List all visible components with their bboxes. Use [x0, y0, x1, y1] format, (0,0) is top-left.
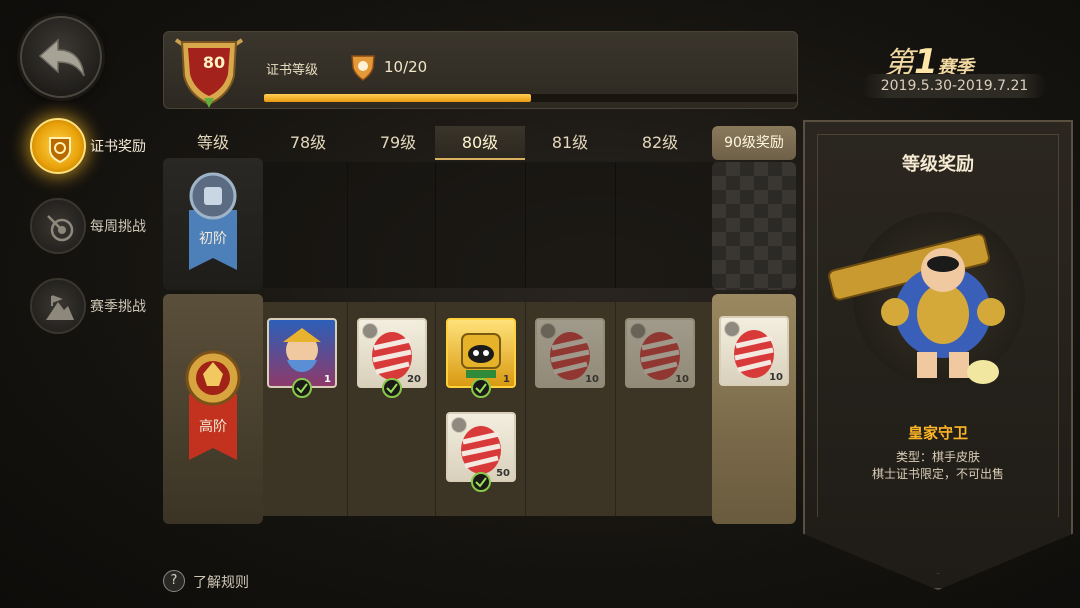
column-header-80[interactable]: 80级: [435, 126, 525, 160]
basic-banner-icon: [189, 172, 237, 270]
cert-level-header: 80 证书等级 10/20: [163, 31, 798, 109]
nav-label-cert-reward: 证书奖励: [90, 139, 146, 155]
advanced-banner-icon: [185, 350, 241, 460]
royal-guard-hero-icon[interactable]: [823, 212, 1053, 402]
target-icon: [30, 198, 86, 254]
item-corner-badge: [362, 323, 378, 339]
level-corner-header: 等级: [196, 133, 229, 152]
nav-label-season-challenge: 赛季挑战: [90, 299, 146, 315]
level-shield-badge: 80: [168, 26, 250, 110]
back-button[interactable]: [20, 16, 102, 98]
back-arrow-icon: [38, 38, 85, 77]
column-header-79[interactable]: 79级: [353, 126, 443, 160]
item-count: 10: [769, 372, 783, 383]
nav-item-cert-reward[interactable]: 证书奖励: [30, 118, 160, 174]
reward-item-egg[interactable]: 10: [719, 316, 789, 386]
mountain-flag-icon: [30, 278, 86, 334]
hero-type: 类型：棋手皮肤: [895, 450, 980, 464]
reward-item-egg[interactable]: 10: [625, 318, 695, 388]
divider: [435, 302, 436, 516]
claimed-check-icon: [292, 378, 312, 398]
cert-progress-text: 10/20: [384, 58, 428, 76]
hero-note: 棋士证书限定，不可出售: [871, 467, 1004, 481]
reward90-basic-slot: [712, 162, 796, 290]
divider: [435, 162, 436, 288]
divider: [615, 162, 616, 288]
claimed-check-icon: [471, 472, 491, 492]
tier-advanced-card: 高阶: [163, 294, 263, 524]
cert-progress-fill: [264, 94, 531, 102]
left-nav: 证书奖励 每周挑战 赛季挑战: [0, 0, 160, 608]
certificate-icon: [30, 118, 86, 174]
nav-item-weekly-challenge[interactable]: 每周挑战: [30, 198, 160, 254]
level-number: 80: [202, 53, 226, 72]
tier-basic-card: 初阶: [163, 158, 263, 290]
claimed-check-icon: [382, 378, 402, 398]
season-info: 第1赛季 2019.5.30-2019.7.21: [862, 38, 1047, 98]
cert-progress-bar: [264, 94, 797, 102]
column-header-81[interactable]: 81级: [525, 126, 615, 160]
column-header-82[interactable]: 82级: [615, 126, 705, 160]
item-count: 10: [675, 374, 689, 385]
item-corner-badge: [451, 417, 467, 433]
reward-table: 等级 78级 79级 80级 81级 82级 90级奖励 初阶 高阶 1 20 …: [163, 122, 798, 527]
tier-advanced-label: 高阶: [199, 419, 227, 435]
tier-basic-label: 初阶: [199, 231, 227, 247]
question-icon: ?: [163, 570, 185, 592]
column-header-78[interactable]: 78级: [263, 126, 353, 160]
divider: [525, 162, 526, 288]
season-dates: 2019.5.30-2019.7.21: [862, 74, 1047, 98]
item-count: 20: [407, 374, 421, 385]
reward-item-egg[interactable]: 10: [535, 318, 605, 388]
panel-title: 等级奖励: [902, 154, 974, 175]
rules-text: 了解规则: [193, 575, 249, 591]
cert-badge-icon: [348, 52, 378, 82]
item-count: 1: [324, 374, 331, 385]
hero-name: 皇家守卫: [907, 424, 968, 442]
nav-item-season-challenge[interactable]: 赛季挑战: [30, 278, 160, 334]
item-corner-badge: [630, 323, 646, 339]
divider: [347, 302, 348, 516]
divider: [615, 302, 616, 516]
item-count: 1: [503, 374, 510, 385]
divider: [525, 302, 526, 516]
level-reward-panel: 等级奖励 皇家守卫 类型：棋手皮肤 棋士证书限定，不可出售: [803, 120, 1073, 590]
reward90-header[interactable]: 90级奖励: [712, 126, 796, 160]
cert-level-label: 证书等级: [266, 63, 319, 78]
divider: [347, 162, 348, 288]
claimed-check-icon: [471, 378, 491, 398]
item-corner-badge: [724, 321, 740, 337]
item-count: 10: [585, 374, 599, 385]
basic-row: [263, 162, 713, 288]
item-count: 50: [496, 468, 510, 479]
nav-label-weekly-challenge: 每周挑战: [90, 219, 146, 235]
item-corner-badge: [540, 323, 556, 339]
